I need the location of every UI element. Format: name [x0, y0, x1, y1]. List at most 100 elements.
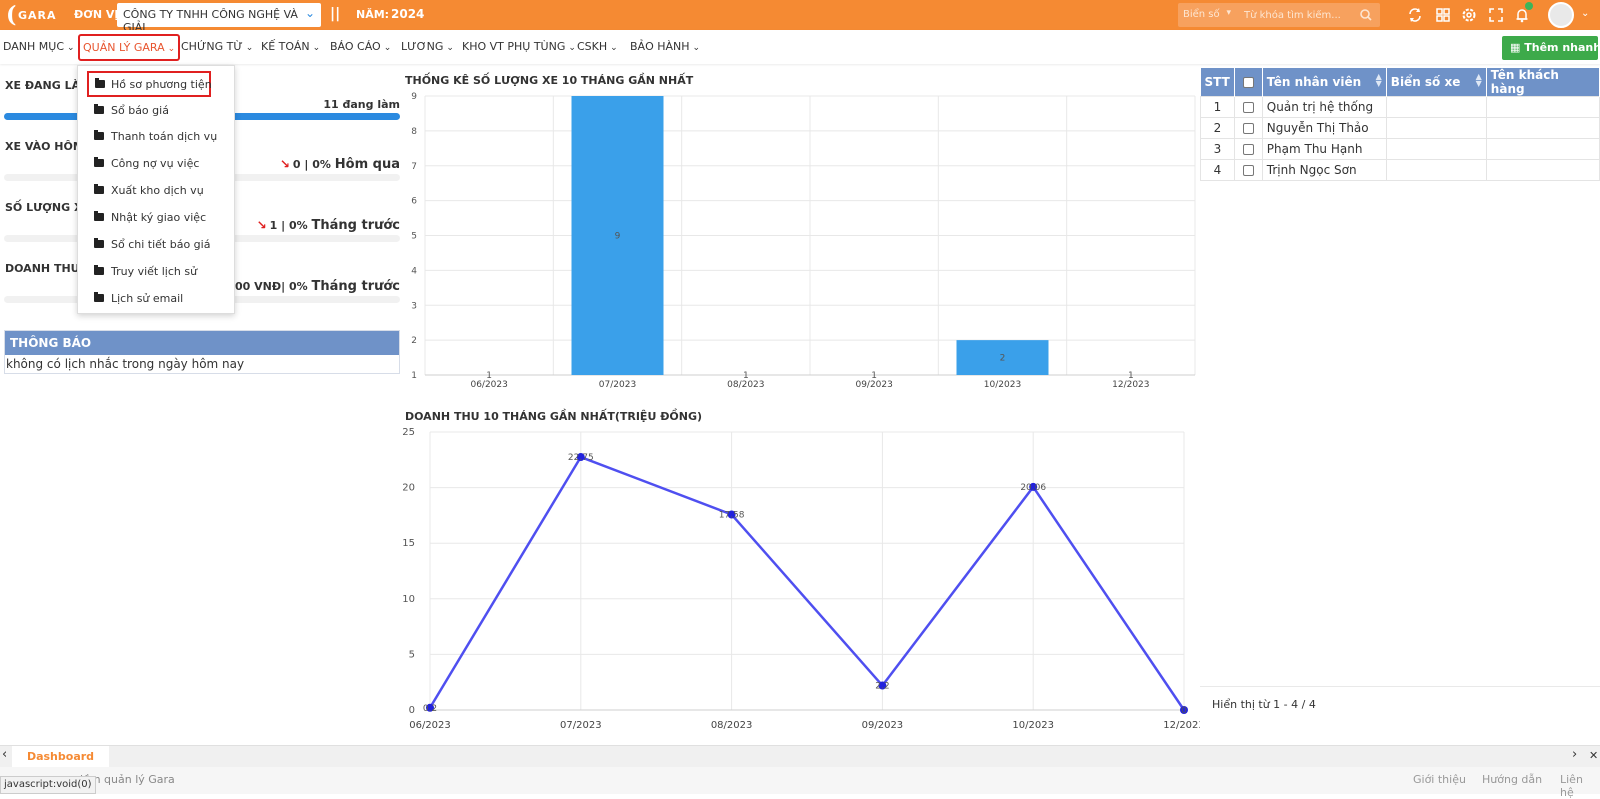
nav-chung-tu[interactable]: CHỨNG TỪ ⌄ [181, 40, 253, 53]
chevron-down-icon: ⌄ [692, 43, 701, 53]
quick-add-button[interactable]: ▦ Thêm nhanh ⌄ [1502, 36, 1600, 60]
cell-customer [1485, 159, 1600, 181]
data-label: 22.75 [568, 453, 594, 463]
logo-text: GARA [18, 9, 57, 22]
menu-item-so-bao-gia[interactable]: Sổ báo giá [78, 97, 234, 123]
gear-icon[interactable] [1460, 6, 1478, 24]
nav-bao-cao[interactable]: BÁO CÁO ⌄ [330, 40, 391, 53]
folder-icon [94, 184, 104, 194]
cell-select [1233, 138, 1263, 160]
sort-icon[interactable]: ▲ ▼ [1376, 73, 1382, 88]
nav-label: CHỨNG TỪ [181, 40, 243, 53]
table-row[interactable]: 4 Trịnh Ngọc Sơn [1200, 159, 1600, 181]
tab-dashboard[interactable]: Dashboard [12, 746, 109, 768]
nav-bao-hanh[interactable]: BẢO HÀNH ⌄ [630, 40, 700, 53]
row-checkbox[interactable] [1242, 102, 1254, 113]
revenue-line-chart: 0 5 10 15 20 25 06/2023 07/2023 08/2023 09/2023 10… [402, 427, 1200, 731]
folder-icon [94, 211, 104, 221]
fullscreen-icon[interactable] [1487, 6, 1505, 24]
nav-label: QUẢN LÝ GARA [83, 41, 165, 54]
notice-panel: THÔNG BÁO không có lịch nhắc trong ngày … [4, 330, 400, 374]
cell-plate [1385, 96, 1487, 118]
menu-item-nhat-ky-giao-viec[interactable]: Nhật ký giao việc [78, 204, 234, 230]
footer-link-gioi-thieu[interactable]: Giới thiệu [1413, 773, 1466, 786]
footer-link-lien-he[interactable]: Liên hệ [1560, 773, 1600, 799]
search-button[interactable] [1352, 3, 1380, 27]
menu-item-label: Lịch sử email [111, 292, 184, 305]
y-tick-label: 25 [402, 427, 415, 438]
grid-icon[interactable] [1434, 6, 1452, 24]
year-value[interactable]: 2024 [391, 7, 424, 21]
stat-today-percent: 0% [312, 158, 331, 171]
row-checkbox[interactable] [1242, 165, 1254, 176]
nav-label: KHO VT PHỤ TÙNG [462, 40, 566, 53]
table-row[interactable]: 2 Nguyễn Thị Thảo [1200, 117, 1600, 139]
y-tick-label: 7 [411, 162, 417, 172]
nav-cskh[interactable]: CSKH ⌄ [577, 40, 618, 53]
notice-message: không có lịch nhắc trong ngày hôm nay [6, 357, 245, 371]
nav-label: CSKH [577, 40, 608, 53]
x-tick-label: 09/2023 [855, 380, 892, 390]
avatar[interactable] [1548, 2, 1574, 28]
chevron-down-icon: ⌄ [167, 44, 176, 54]
stat-count-compare: Tháng trước [311, 218, 401, 233]
chevron-left-icon[interactable]: ‹ [2, 747, 7, 762]
refresh-icon[interactable] [1406, 6, 1424, 24]
row-checkbox[interactable] [1242, 123, 1254, 134]
search-type-select[interactable]: Biển số ▾ [1178, 3, 1234, 27]
x-tick-label: 08/2023 [727, 380, 764, 390]
tab-bar: ‹ Dashboard › ✕ [0, 745, 1600, 768]
menu-item-thanh-toan-dich-vu[interactable]: Thanh toán dịch vụ [78, 123, 234, 149]
x-tick-label: 08/2023 [711, 720, 753, 731]
cell-stt: 2 [1200, 117, 1235, 139]
footer-link-huong-dan[interactable]: Hướng dẫn [1482, 773, 1542, 786]
menu-item-label: Xuất kho dịch vụ [111, 184, 204, 197]
close-icon[interactable]: ✕ [1589, 749, 1598, 762]
cell-customer [1485, 138, 1600, 160]
grid-icon: ▦ [1510, 41, 1521, 54]
menu-item-truy-viet-lich-su[interactable]: Truy viết lịch sử [78, 258, 234, 284]
menu-item-ho-so-phuong-tien[interactable]: Hồ sơ phương tiện [87, 71, 212, 97]
row-checkbox[interactable] [1242, 144, 1254, 155]
y-tick-label: 4 [411, 266, 417, 276]
unit-select[interactable]: CÔNG TY TNHH CÔNG NGHỆ VÀ GIẢI ⌄ [117, 3, 321, 34]
menu-item-so-chi-tiet-bao-gia[interactable]: Sổ chi tiết báo giá [78, 231, 234, 257]
data-label: 2.2 [875, 682, 889, 692]
nav-ke-toan[interactable]: KẾ TOÁN ⌄ [261, 40, 320, 53]
chevron-down-icon: ⌄ [312, 43, 321, 53]
col-employee-name[interactable]: Tên nhân viên ▲ ▼ [1262, 68, 1387, 97]
col-plate[interactable]: Biển số xe ▲ ▼ [1386, 68, 1487, 97]
select-all-checkbox[interactable] [1242, 77, 1254, 88]
nav-danh-muc[interactable]: DANH MỤC ⌄ [3, 40, 75, 53]
col-customer[interactable]: Tên khách hàng [1486, 68, 1600, 97]
col-stt[interactable]: STT [1200, 68, 1235, 97]
cell-customer [1485, 117, 1600, 139]
trend-down-icon: ↘ [279, 157, 290, 171]
table-row[interactable]: 1 Quản trị hệ thống [1200, 96, 1600, 118]
y-tick-label: 5 [409, 649, 415, 660]
chevron-right-icon[interactable]: › [1572, 747, 1577, 762]
menu-item-label: Nhật ký giao việc [111, 211, 207, 224]
menu-item-xuat-kho-dich-vu[interactable]: Xuất kho dịch vụ [78, 177, 234, 203]
cell-plate [1385, 138, 1487, 160]
menu-item-cong-no-vu-viec[interactable]: Công nợ vụ việc [78, 150, 234, 176]
quick-add-label: Thêm nhanh [1524, 41, 1600, 54]
nav-quan-ly-gara[interactable]: QUẢN LÝ GARA ⌄ [78, 34, 181, 61]
folder-icon [94, 292, 104, 302]
table-row[interactable]: 3 Phạm Thu Hạnh [1200, 138, 1600, 160]
quan-ly-gara-menu: Hồ sơ phương tiện Sổ báo giá Thanh toán … [77, 65, 235, 314]
x-tick-label: 09/2023 [862, 720, 904, 731]
col-select-all[interactable] [1234, 68, 1263, 97]
sort-icon[interactable]: ▲ ▼ [1476, 73, 1482, 88]
chevron-down-icon[interactable]: ⌄ [1581, 8, 1589, 19]
nav-label: BÁO CÁO [330, 40, 381, 53]
cell-employee-name: Nguyễn Thị Thảo [1261, 117, 1387, 139]
app-logo[interactable]: ( GARA [6, 2, 64, 28]
cell-stt: 3 [1200, 138, 1235, 160]
col-employee-name-label: Tên nhân viên [1266, 75, 1362, 89]
cell-select [1233, 159, 1263, 181]
stat-revenue-percent: 0% [288, 280, 308, 293]
menu-item-lich-su-email[interactable]: Lịch sử email [78, 285, 234, 311]
nav-kho-vt-phu-tung[interactable]: KHO VT PHỤ TÙNG ⌄ [462, 40, 576, 53]
nav-luong[interactable]: LƯƠNG ⌄ [401, 40, 454, 53]
